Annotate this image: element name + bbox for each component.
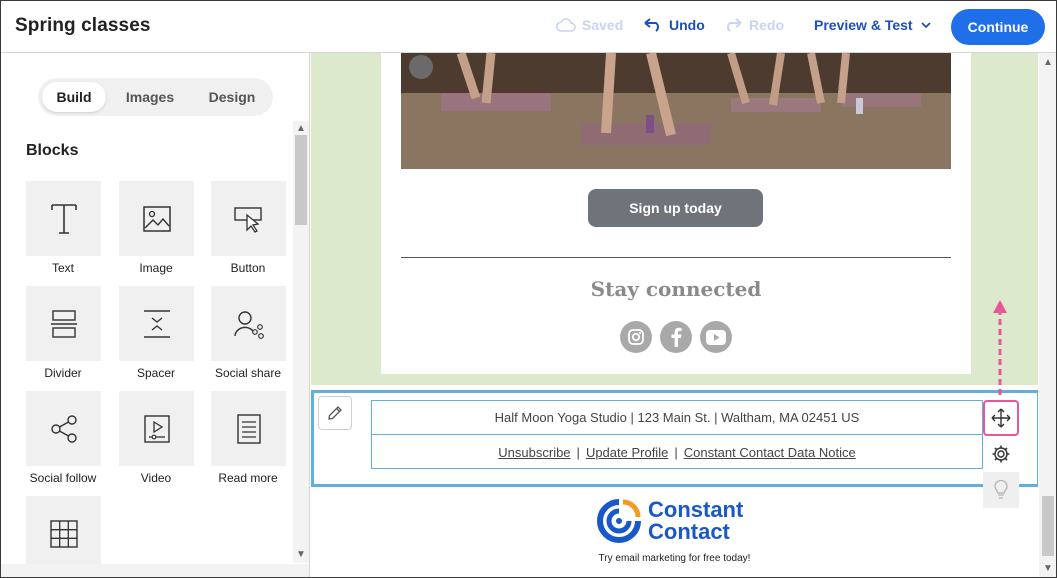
blocks-panel: Build Images Design Blocks Text Image Bu… <box>1 53 310 577</box>
yoga-photo-illustration <box>401 53 951 169</box>
update-profile-link[interactable]: Update Profile <box>586 445 668 460</box>
preview-test-dropdown[interactable]: Preview & Test <box>814 17 933 33</box>
cloud-icon <box>556 18 576 32</box>
footer-block-selected[interactable]: Half Moon Yoga Studio | 123 Main St. | W… <box>311 390 1038 508</box>
scrollbar-thumb[interactable] <box>1042 496 1054 556</box>
redo-label: Redo <box>749 17 784 33</box>
video-icon <box>143 414 170 443</box>
app-window: Spring classes Saved Undo Redo Preview &… <box>0 0 1057 578</box>
chevron-down-icon <box>920 22 931 29</box>
image-icon <box>142 205 171 232</box>
move-icon <box>991 408 1011 428</box>
text-icon <box>50 203 77 234</box>
undo-icon <box>644 18 659 32</box>
tab-design[interactable]: Design <box>198 82 266 112</box>
sign-up-button[interactable]: Sign up today <box>588 189 763 227</box>
data-notice-link[interactable]: Constant Contact Data Notice <box>684 445 856 460</box>
suggestion-button[interactable] <box>983 472 1019 508</box>
table-icon <box>49 519 78 548</box>
block-image[interactable] <box>119 181 194 256</box>
block-label-divider: Divider <box>44 366 82 380</box>
block-label-button: Button <box>230 261 266 275</box>
scroll-down-arrow-icon[interactable]: ▼ <box>1043 563 1053 574</box>
social-follow-icon <box>50 414 77 443</box>
block-label-video: Video <box>140 471 172 485</box>
page-title: Spring classes <box>15 15 151 36</box>
redo-icon <box>727 18 742 32</box>
button-icon <box>233 206 262 233</box>
yoga-class-photo[interactable] <box>401 53 951 169</box>
block-spacer[interactable] <box>119 286 194 361</box>
move-block-button[interactable] <box>983 400 1019 436</box>
block-social-follow[interactable] <box>26 391 101 466</box>
link-separator: | <box>576 445 580 460</box>
block-divider[interactable] <box>26 286 101 361</box>
unsubscribe-link[interactable]: Unsubscribe <box>498 445 570 460</box>
read-more-icon <box>236 413 261 444</box>
constant-contact-logo[interactable]: Constant Contact <box>596 498 766 544</box>
redo-button[interactable]: Redo <box>723 17 784 33</box>
tab-images[interactable]: Images <box>116 82 184 112</box>
scroll-up-arrow-icon[interactable]: ▲ <box>1043 57 1053 68</box>
block-label-read-more: Read more <box>218 471 278 485</box>
block-social-share[interactable] <box>211 286 286 361</box>
footer-address: Half Moon Yoga Studio | 123 Main St. | W… <box>372 401 982 435</box>
horizontal-scrollbar[interactable] <box>1 564 309 577</box>
pencil-icon <box>328 406 342 420</box>
saved-status: Saved <box>556 17 623 33</box>
scrollbar-thumb[interactable] <box>295 135 307 225</box>
block-label-social-follow: Social follow <box>29 471 97 485</box>
footer-content: Half Moon Yoga Studio | 123 Main St. | W… <box>371 400 983 469</box>
brand-line-2: Contact <box>648 519 730 544</box>
brand-tagline: Try email marketing for free today! <box>598 553 751 564</box>
preview-label: Preview & Test <box>814 17 913 33</box>
edit-block-button[interactable] <box>318 396 352 430</box>
email-body: Sign up today Stay connected <box>381 53 971 374</box>
brand-line-1: Constant <box>648 497 744 522</box>
blocks-heading: Blocks <box>26 142 79 159</box>
link-separator: | <box>674 445 678 460</box>
block-label-social-share: Social share <box>214 366 282 380</box>
youtube-icon[interactable] <box>700 321 732 353</box>
gear-icon <box>992 445 1010 463</box>
tab-build[interactable]: Build <box>42 82 106 112</box>
block-settings-button[interactable] <box>983 436 1019 472</box>
divider-icon <box>50 309 77 338</box>
block-read-more[interactable] <box>211 391 286 466</box>
canvas-scrollbar[interactable]: ▲ ▼ <box>1039 53 1056 577</box>
scroll-down-arrow-icon[interactable]: ▼ <box>296 549 306 560</box>
block-label-text: Text <box>51 261 74 275</box>
panel-tabs: Build Images Design <box>38 78 273 116</box>
top-bar: Spring classes Saved Undo Redo Preview &… <box>1 1 1056 53</box>
facebook-icon[interactable] <box>660 321 692 353</box>
email-canvas: Sign up today Stay connected Half Moon Y… <box>311 53 1038 577</box>
block-table[interactable] <box>26 496 101 571</box>
block-toolbar <box>983 400 1021 508</box>
brand-wordmark: Constant Contact <box>648 499 743 543</box>
undo-button[interactable]: Undo <box>643 17 705 33</box>
footer-links: Unsubscribe | Update Profile | Constant … <box>372 436 982 469</box>
spacer-icon <box>143 309 170 338</box>
saved-label: Saved <box>582 17 624 33</box>
block-text[interactable] <box>26 181 101 256</box>
lightbulb-icon <box>994 480 1008 499</box>
block-video[interactable] <box>119 391 194 466</box>
social-share-icon <box>233 310 264 339</box>
constant-contact-logo-mark <box>597 499 641 543</box>
block-label-image: Image <box>139 261 173 275</box>
blocks-scrollbar[interactable]: ▲ ▼ <box>293 121 309 563</box>
stay-connected-heading: Stay connected <box>590 277 762 301</box>
instagram-icon[interactable] <box>620 321 652 353</box>
undo-label: Undo <box>669 17 705 33</box>
continue-button[interactable]: Continue <box>951 9 1045 45</box>
move-hint-arrow <box>993 300 1007 395</box>
block-button[interactable] <box>211 181 286 256</box>
scroll-up-arrow-icon[interactable]: ▲ <box>296 123 306 134</box>
divider-line <box>401 257 951 258</box>
block-label-spacer: Spacer <box>136 366 176 380</box>
social-follow-row <box>620 321 732 353</box>
